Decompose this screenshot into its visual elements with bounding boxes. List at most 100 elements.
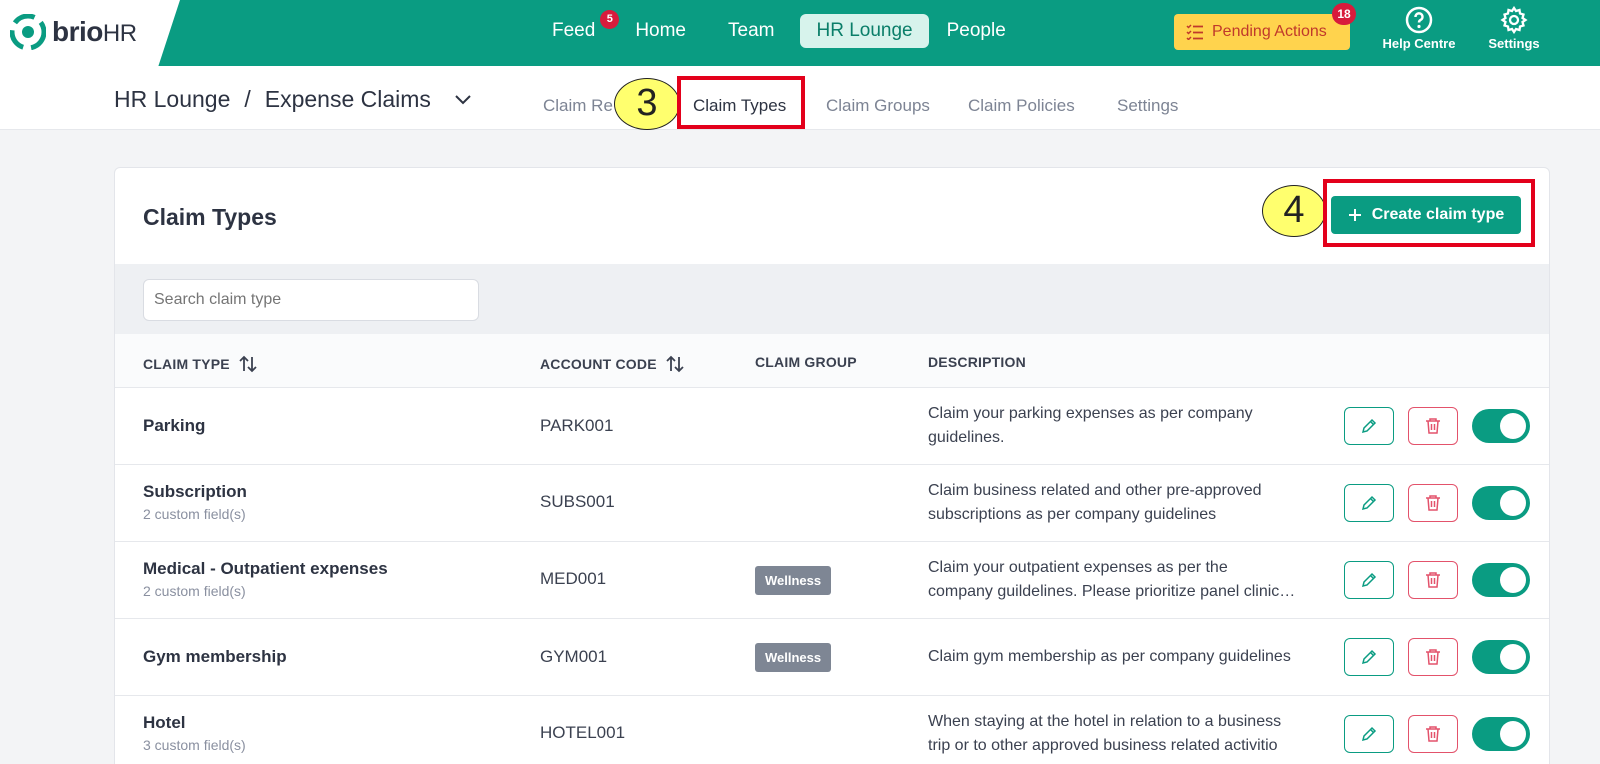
step-4-highlight (1323, 179, 1535, 247)
logo-area: brioHR (0, 0, 180, 66)
pending-label: Pending Actions (1212, 23, 1327, 40)
step-3-highlight (677, 76, 805, 129)
claim-name-cell: Subscription 2 custom field(s) (143, 482, 247, 522)
chevron-down-icon[interactable] (453, 93, 473, 107)
header-description: DESCRIPTION (928, 354, 1026, 370)
claim-name: Gym membership (143, 647, 287, 666)
card-title: Claim Types (143, 204, 277, 230)
delete-button[interactable] (1408, 561, 1458, 599)
nav-people[interactable]: People (931, 14, 1022, 48)
help-icon (1405, 6, 1433, 34)
custom-fields-count: 2 custom field(s) (143, 583, 246, 599)
claim-name-cell: Parking (143, 416, 205, 436)
nav-hr-lounge[interactable]: HR Lounge (800, 14, 929, 48)
header-account-code[interactable]: ACCOUNT CODE (540, 354, 685, 374)
description: Claim your outpatient expenses as per th… (928, 559, 1296, 600)
edit-button[interactable] (1344, 715, 1394, 753)
active-toggle[interactable] (1472, 409, 1530, 443)
header-claim-group: CLAIM GROUP (755, 354, 857, 370)
nav-team[interactable]: Team (712, 14, 790, 48)
tab-claim-requests[interactable]: Claim Re (543, 96, 613, 116)
description: Claim business related and other pre-app… (928, 482, 1262, 523)
pending-actions-button[interactable]: Pending Actions 18 (1174, 3, 1356, 50)
custom-fields-count: 2 custom field(s) (143, 506, 246, 522)
step-4-callout: 4 (1262, 185, 1326, 237)
nav-feed[interactable]: Feed 5 (536, 10, 620, 48)
account-code: HOTEL001 (540, 723, 626, 742)
pencil-icon (1361, 649, 1377, 665)
help-label: Help Centre (1382, 36, 1456, 51)
tab-settings[interactable]: Settings (1117, 96, 1178, 116)
breadcrumb: HR Lounge / Expense Claims (114, 86, 473, 113)
claim-name-cell: Gym membership (143, 647, 287, 667)
active-toggle[interactable] (1472, 563, 1530, 597)
table-row: Hotel 3 custom field(s) HOTEL001 When sta… (115, 696, 1549, 764)
pencil-icon (1361, 572, 1377, 588)
brio-logo-icon (10, 14, 46, 50)
sort-icon (239, 355, 257, 373)
trash-icon (1426, 418, 1440, 434)
trash-icon (1426, 572, 1440, 588)
help-centre-button[interactable]: Help Centre (1378, 6, 1460, 51)
pencil-icon (1361, 726, 1377, 742)
edit-button[interactable] (1344, 484, 1394, 522)
gear-icon (1500, 6, 1528, 34)
account-code: PARK001 (540, 416, 614, 435)
settings-label: Settings (1488, 36, 1540, 51)
claim-group-badge: Wellness (755, 643, 832, 672)
pencil-icon (1361, 418, 1377, 434)
claim-name-cell: Medical - Outpatient expenses 2 custom fi… (143, 559, 388, 599)
description: When staying at the hotel in relation to… (928, 713, 1282, 754)
delete-button[interactable] (1408, 638, 1458, 676)
pending-badge: 18 (1332, 3, 1356, 25)
table-header: CLAIM TYPE ACCOUNT CODE CLAIM GROUP DESC… (115, 334, 1549, 388)
nav-home[interactable]: Home (619, 14, 702, 48)
feed-badge: 5 (600, 10, 620, 29)
claim-name: Medical - Outpatient expenses (143, 559, 388, 578)
tab-claim-groups[interactable]: Claim Groups (826, 96, 930, 116)
account-code: MED001 (540, 569, 607, 588)
trash-icon (1426, 495, 1440, 511)
edit-button[interactable] (1344, 407, 1394, 445)
trash-icon (1426, 649, 1440, 665)
main-nav: Feed 5 Home Team HR Lounge People (536, 10, 1022, 48)
account-code: SUBS001 (540, 492, 615, 511)
claim-group-badge: Wellness (755, 566, 832, 595)
logo-text: brioHR (52, 16, 137, 47)
table-row: Gym membership GYM001 Wellness Claim gym… (115, 619, 1549, 696)
claim-name-cell: Hotel 3 custom field(s) (143, 713, 246, 753)
claim-name: Subscription (143, 482, 247, 501)
header-claim-type[interactable]: CLAIM TYPE (143, 354, 258, 374)
top-navbar: brioHR Feed 5 Home Team HR Lounge People … (0, 0, 1600, 66)
delete-button[interactable] (1408, 407, 1458, 445)
active-toggle[interactable] (1472, 717, 1530, 751)
settings-button[interactable]: Settings (1482, 6, 1546, 51)
breadcrumb-current: Expense Claims (264, 86, 431, 112)
description: Claim your parking expenses as per compa… (928, 405, 1253, 446)
edit-button[interactable] (1344, 638, 1394, 676)
breadcrumb-root[interactable]: HR Lounge (114, 86, 230, 113)
step-3-callout: 3 (614, 78, 680, 130)
pencil-icon (1361, 495, 1377, 511)
tab-claim-policies[interactable]: Claim Policies (968, 96, 1075, 116)
table-row: Medical - Outpatient expenses 2 custom fi… (115, 542, 1549, 619)
delete-button[interactable] (1408, 715, 1458, 753)
active-toggle[interactable] (1472, 486, 1530, 520)
trash-icon (1426, 726, 1440, 742)
brio-logo[interactable]: brioHR (10, 14, 137, 50)
search-input[interactable] (143, 279, 479, 321)
claim-name: Parking (143, 416, 206, 435)
account-code: GYM001 (540, 647, 608, 666)
delete-button[interactable] (1408, 484, 1458, 522)
table-row: Parking PARK001 Claim your parking expen… (115, 388, 1549, 465)
custom-fields-count: 3 custom field(s) (143, 737, 246, 753)
sort-icon (666, 355, 684, 373)
edit-button[interactable] (1344, 561, 1394, 599)
claim-types-card: Claim Types Create claim type CLAIM TYPE… (114, 167, 1550, 764)
breadcrumb-separator: / (244, 86, 251, 112)
claim-name: Hotel (143, 713, 186, 732)
description: Claim gym membership as per company guid… (928, 648, 1291, 665)
table-row: Subscription 2 custom field(s) SUBS001 Cl… (115, 465, 1549, 542)
search-band (115, 264, 1549, 334)
active-toggle[interactable] (1472, 640, 1530, 674)
